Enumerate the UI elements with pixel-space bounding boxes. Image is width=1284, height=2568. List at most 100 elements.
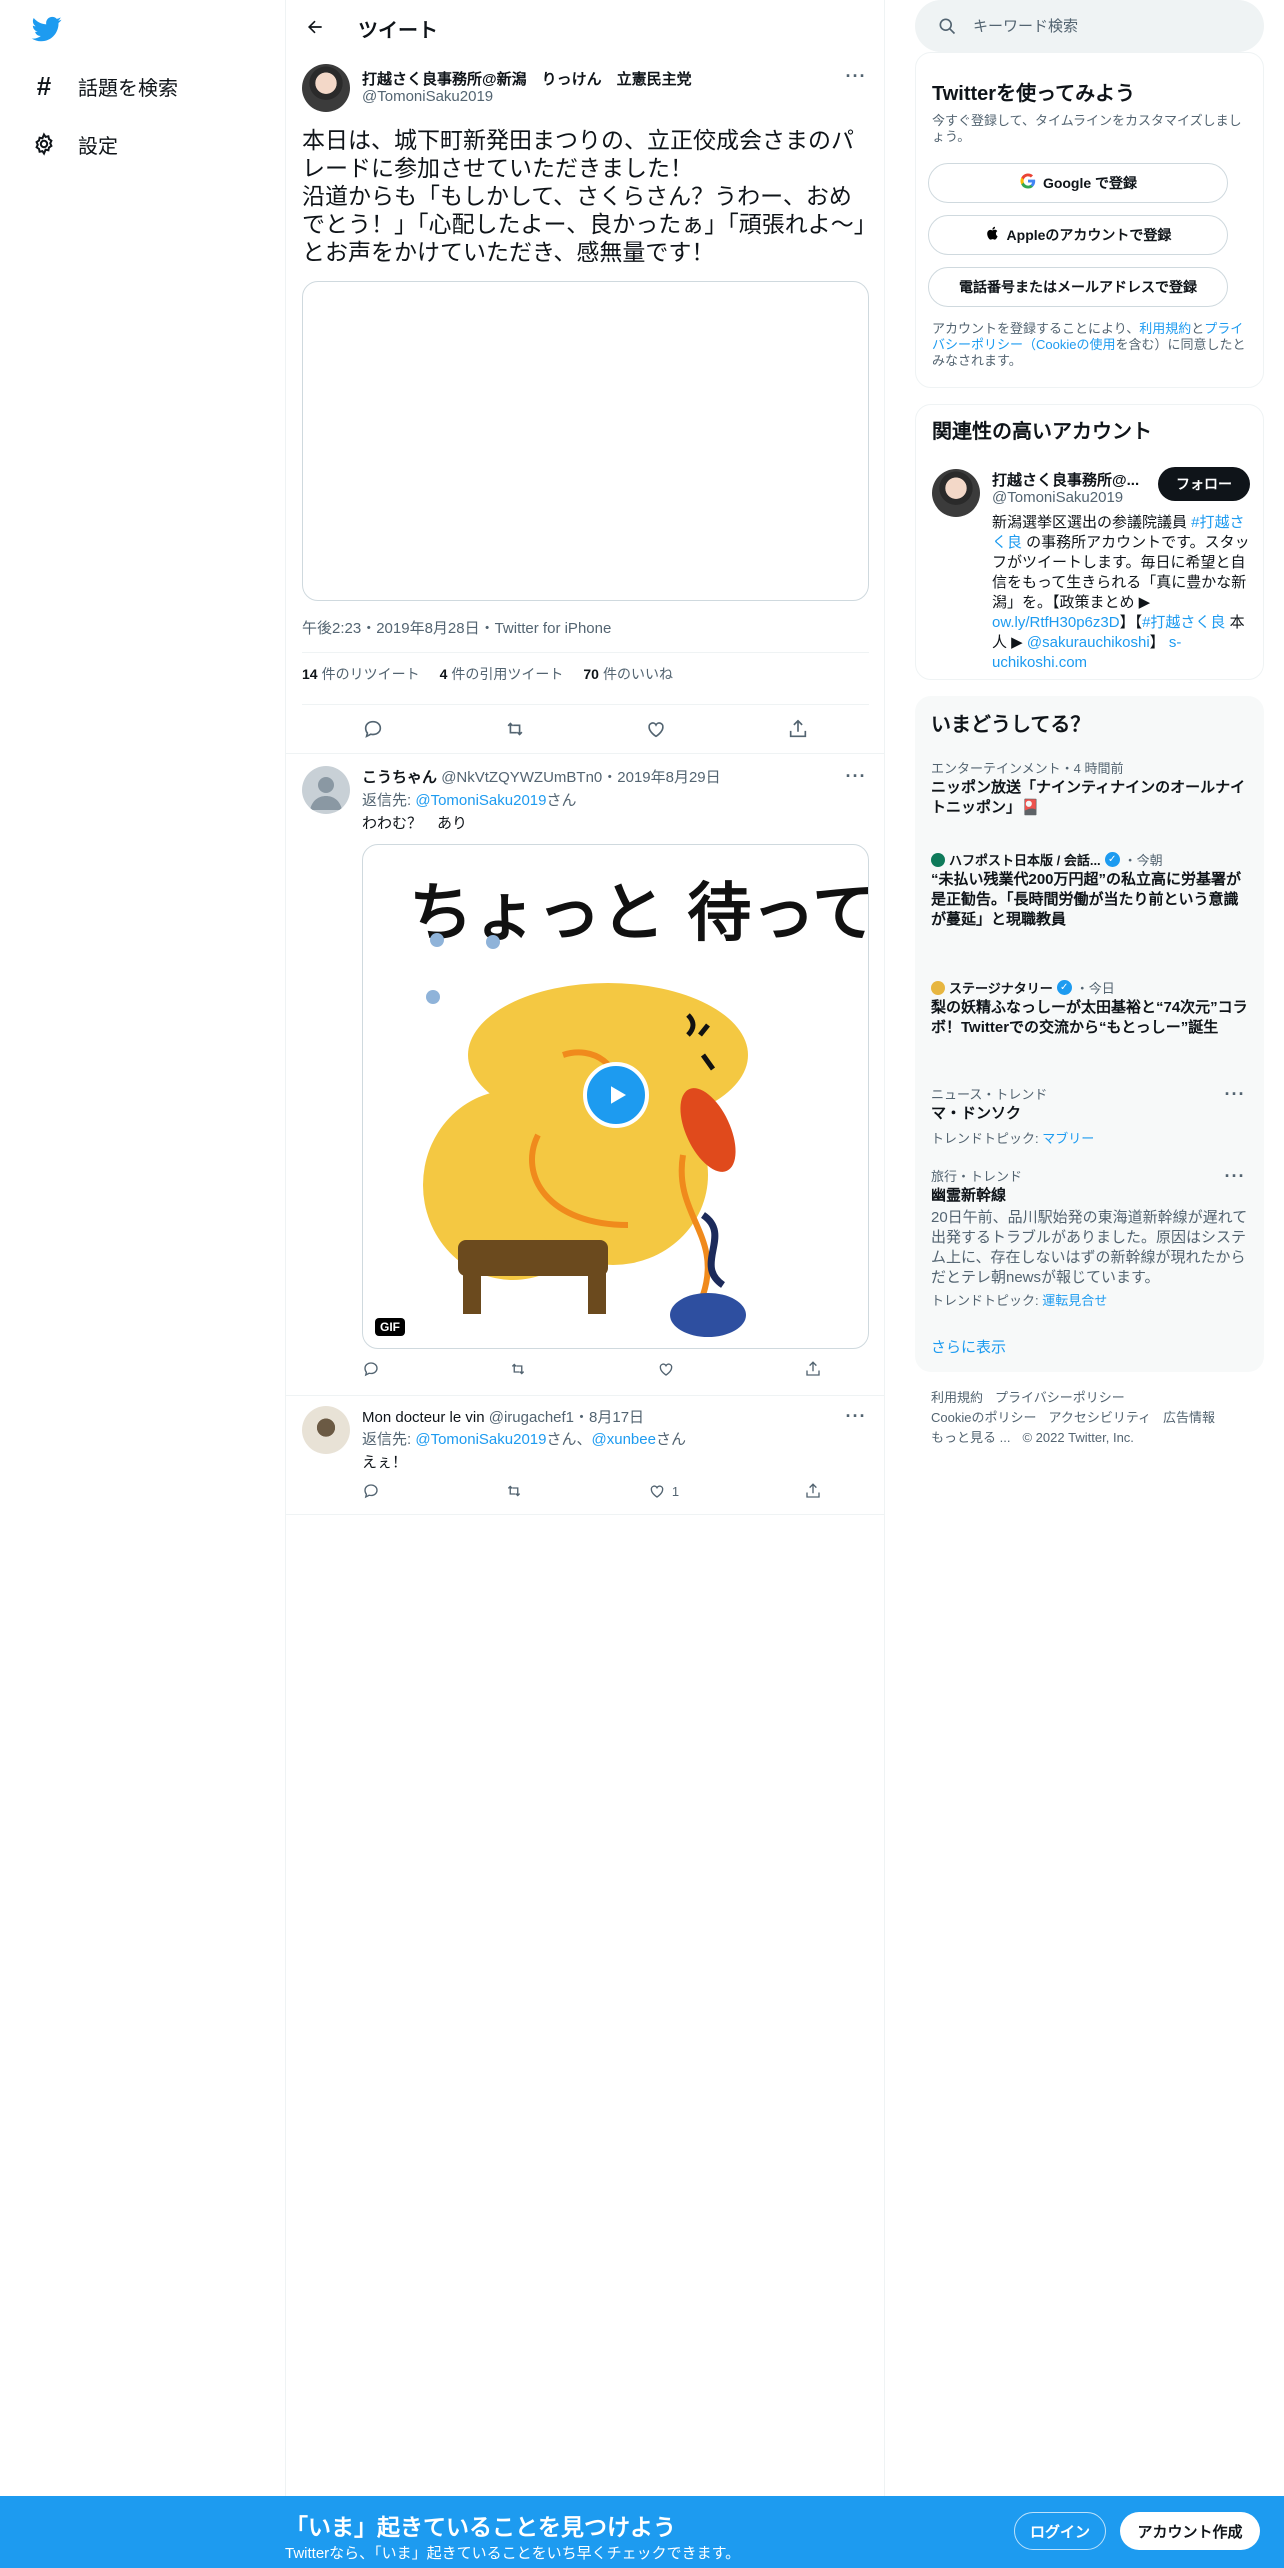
like-count[interactable]: 70 件のいいね — [583, 664, 673, 684]
retweet-count[interactable]: 14 件のリツイート — [302, 664, 420, 684]
footer-link[interactable]: もっと見る ... — [931, 1430, 1010, 1445]
trend-meta: エンターテインメント・4 時間前 — [931, 761, 1124, 776]
google-signup-button[interactable]: Google で登録 — [928, 163, 1228, 203]
terms-text-2: と — [1191, 321, 1205, 336]
huffpost-logo-icon — [931, 852, 945, 867]
nav-explore[interactable]: # 話題を検索 — [30, 66, 178, 106]
twitter-bird-logo-icon[interactable] — [30, 14, 64, 44]
phone-email-signup-label: 電話番号またはメールアドレスで登録 — [959, 279, 1197, 295]
reply-to-mid: さん、 — [546, 1431, 592, 1448]
reply-tweet[interactable]: こうちゃん @NkVtZQYWZUmBTn0・2019年8月29日 ··· 返信… — [286, 754, 884, 1394]
reply-to-mention[interactable]: @TomoniSaku2019 — [415, 792, 546, 809]
footer-link[interactable]: Cookieのポリシー — [931, 1410, 1036, 1425]
author-name[interactable]: 打越さく良事務所@新潟 りっけん 立憲民主党 — [362, 68, 692, 89]
phone-email-signup-button[interactable]: 電話番号またはメールアドレスで登録 — [928, 267, 1228, 307]
tweet-media-placeholder[interactable] — [302, 281, 869, 601]
share-icon[interactable] — [787, 718, 809, 740]
like-button[interactable]: 1 — [648, 1482, 679, 1500]
reply-to-prefix: 返信先: — [362, 792, 416, 809]
retweet-icon[interactable] — [505, 1482, 523, 1500]
reply-icon[interactable] — [362, 718, 384, 740]
more-options-icon[interactable]: ··· — [1221, 1166, 1249, 1186]
default-avatar-icon[interactable] — [302, 766, 350, 814]
terms-link[interactable]: 利用規約 — [1139, 321, 1191, 336]
trend-title[interactable]: 幽霊新幹線 — [931, 1186, 1249, 1206]
like-count: 1 — [671, 1483, 680, 1499]
more-options-icon[interactable]: ··· — [842, 66, 870, 86]
search-box[interactable] — [915, 0, 1264, 52]
retweet-icon[interactable] — [509, 1360, 527, 1378]
login-button[interactable]: ログイン — [1014, 2512, 1106, 2550]
gif-media[interactable]: ちょっと 待って! GIF — [362, 844, 869, 1349]
trend-topic-link[interactable]: マブリー — [1042, 1131, 1094, 1146]
author-handle[interactable]: @TomoniSaku2019 — [362, 88, 493, 105]
related-title: 関連性の高いアカウント — [932, 421, 1152, 443]
bottom-signup-bar: 「いま」起きていることを見つけよう Twitterなら、「いま」起きていることを… — [0, 2496, 1284, 2568]
share-icon[interactable] — [804, 1360, 822, 1378]
reply-to-mention[interactable]: @TomoniSaku2019 — [415, 1431, 546, 1448]
like-icon[interactable] — [645, 718, 667, 740]
bottom-bar-title: 「いま」起きていることを見つけよう — [285, 2514, 676, 2540]
bio-hashtag-2[interactable]: #打越さく良 — [1142, 614, 1225, 631]
nav-settings-label: 設定 — [78, 135, 118, 158]
footer-link[interactable]: プライバシーポリシー — [995, 1390, 1125, 1405]
page-title: ツイート — [358, 20, 438, 42]
more-options-icon[interactable]: ··· — [842, 766, 870, 786]
bottom-bar-subtitle: Twitterなら、「いま」起きていることをいち早くチェックできます。 — [285, 2545, 741, 2562]
bio-link[interactable]: ow.ly/RtfH30p6z3D — [992, 614, 1120, 631]
back-arrow-icon[interactable] — [300, 12, 330, 42]
related-account-name[interactable]: 打越さく良事務所@... — [992, 469, 1142, 490]
verified-badge-icon: ✓ — [1056, 980, 1072, 995]
related-account-handle[interactable]: @TomoniSaku2019 — [992, 489, 1123, 506]
apple-signup-label: Appleのアカウントで登録 — [1006, 227, 1172, 243]
tweet-timestamp[interactable]: 午後2:23・2019年8月28日・Twitter for iPhone — [302, 617, 611, 638]
terms-text-1: アカウントを登録することにより、 — [932, 321, 1140, 336]
trend-title[interactable]: マ・ドンソク — [931, 1104, 1249, 1124]
copyright: © 2022 Twitter, Inc. — [1022, 1430, 1134, 1445]
more-options-icon[interactable]: ··· — [842, 1406, 870, 1426]
trend-time: ・今朝 — [1123, 853, 1163, 868]
trend-title[interactable]: 梨の妖精ふなっしーが太田基裕と“74次元”コラボ！Twitterでの交流から“も… — [931, 998, 1249, 1038]
like-count-number: 70 — [583, 666, 599, 682]
reply-tweet[interactable]: Mon docteur le vin @irugachef1・8月17日 ···… — [286, 1396, 884, 1514]
reply-author[interactable]: Mon docteur le vin @irugachef1・8月17日 — [362, 1406, 644, 1427]
retweet-icon[interactable] — [504, 718, 526, 740]
reply-icon[interactable] — [362, 1360, 380, 1378]
bio-mention[interactable]: @sakurauchikoshi — [1027, 634, 1150, 651]
trend-meta: ニュース・トレンド — [931, 1087, 1048, 1102]
reply-icon[interactable] — [362, 1482, 380, 1500]
follow-button[interactable]: フォロー — [1158, 467, 1250, 501]
trend-title[interactable]: ニッポン放送「ナインティナインのオールナイトニッポン」🎴 — [931, 778, 1249, 818]
footer-link[interactable]: 利用規約 — [931, 1390, 983, 1405]
apple-signup-button[interactable]: Appleのアカウントで登録 — [928, 215, 1228, 255]
trend-topic: トレンドトピック: 運転見合せ — [931, 1290, 1107, 1309]
show-more-link[interactable]: さらに表示 — [931, 1336, 1006, 1357]
reply-author-name: Mon docteur le vin — [362, 1409, 485, 1426]
trend-topic-link[interactable]: 運転見合せ — [1042, 1293, 1107, 1308]
search-input[interactable] — [973, 17, 1253, 35]
related-account-avatar[interactable] — [932, 469, 980, 517]
trend-time: ・今日 — [1075, 981, 1115, 996]
nav-settings[interactable]: 設定 — [30, 124, 118, 164]
reply-to-mention-2[interactable]: @xunbee — [592, 1431, 656, 1448]
create-account-button[interactable]: アカウント作成 — [1120, 2512, 1260, 2550]
like-icon[interactable] — [657, 1360, 675, 1378]
share-icon[interactable] — [804, 1482, 822, 1500]
trend-title[interactable]: “未払い残業代200万円超”の私立高に労基署が是正勧告。「長時間労働が当たり前と… — [931, 870, 1249, 930]
play-icon[interactable] — [583, 1062, 649, 1128]
gif-badge: GIF — [375, 1318, 405, 1336]
signup-title: Twitterを使ってみよう — [932, 83, 1136, 105]
author-avatar[interactable] — [302, 64, 350, 112]
author-avatar[interactable] — [302, 1406, 350, 1454]
bio-text-1: 新潟選挙区選出の参議院議員 — [992, 514, 1192, 531]
reply-to-line: 返信先: @TomoniSaku2019さん — [362, 789, 577, 810]
more-options-icon[interactable]: ··· — [1221, 1084, 1249, 1104]
footer-link[interactable]: 広告情報 — [1163, 1410, 1215, 1425]
google-icon — [1019, 172, 1037, 195]
right-sidebar: Twitterを使ってみよう 今すぐ登録して、タイムラインをカスタマイズしましょ… — [885, 0, 1284, 2496]
quote-count[interactable]: 4 件の引用ツイート — [440, 664, 564, 684]
reply-author[interactable]: こうちゃん @NkVtZQYWZUmBTn0・2019年8月29日 — [362, 766, 721, 787]
footer-link[interactable]: アクセシビリティ — [1048, 1410, 1151, 1425]
reply-actions: 1 — [362, 1480, 822, 1502]
main-column: ツイート 打越さく良事務所@新潟 りっけん 立憲民主党 @TomoniSaku2… — [285, 0, 885, 2496]
